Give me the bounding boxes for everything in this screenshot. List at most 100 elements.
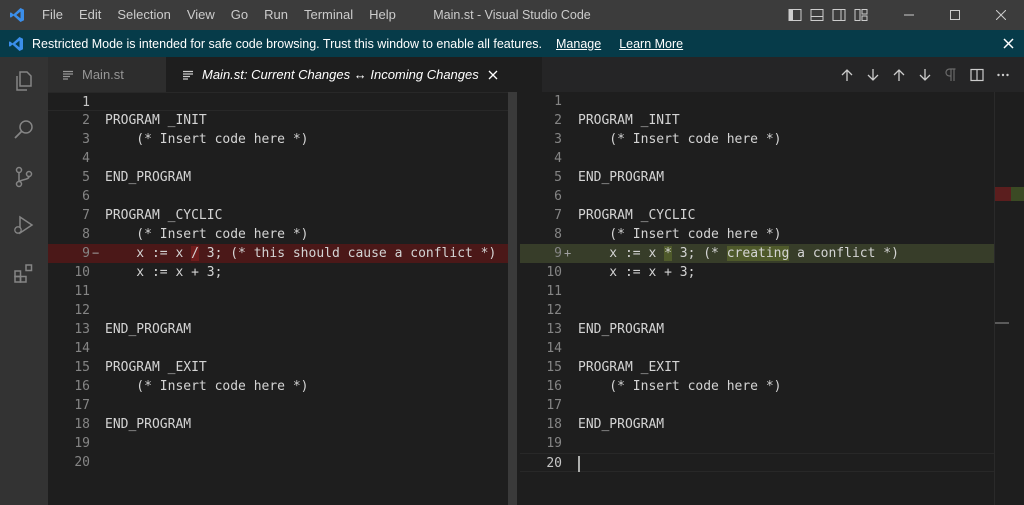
manage-link[interactable]: Manage <box>556 37 601 51</box>
line-code: END_PROGRAM <box>578 322 665 337</box>
arrow-down-icon[interactable] <box>860 57 886 92</box>
line-number: 1 <box>554 94 562 109</box>
code-line: 3 (* Insert code here *) <box>48 130 508 149</box>
arrow-up-icon[interactable] <box>834 57 860 92</box>
code-line: 20 <box>520 453 994 472</box>
menu-view[interactable]: View <box>179 0 223 30</box>
code-line: 1 <box>520 92 994 111</box>
extensions-icon[interactable] <box>0 249 48 297</box>
learn-more-link[interactable]: Learn More <box>619 37 683 51</box>
text-cursor <box>578 456 580 472</box>
menu-run[interactable]: Run <box>256 0 296 30</box>
code-line: 3 (* Insert code here *) <box>520 130 994 149</box>
line-code: x := x / 3; (* this should cause a confl… <box>105 244 496 263</box>
menu-file[interactable]: File <box>34 0 71 30</box>
line-code: END_PROGRAM <box>105 170 192 185</box>
explorer-icon[interactable] <box>0 57 48 105</box>
line-code: (* Insert code here *) <box>578 379 782 394</box>
line-number: 3 <box>554 132 562 147</box>
line-number: 9 <box>554 246 562 261</box>
code-line: 12 <box>48 301 508 320</box>
code-line: 1 <box>48 92 508 111</box>
arrow-up-icon[interactable] <box>886 57 912 92</box>
line-number: 2 <box>82 113 90 128</box>
line-number: 15 <box>74 360 90 375</box>
code-line: 12 <box>520 301 994 320</box>
line-code: PROGRAM _INIT <box>105 113 207 128</box>
menu-edit[interactable]: Edit <box>71 0 109 30</box>
line-number: 11 <box>546 284 562 299</box>
line-number: 7 <box>554 208 562 223</box>
line-code: x := x + 3; <box>105 265 223 280</box>
tab-label: Main.st <box>82 67 124 82</box>
close-banner-icon[interactable] <box>1003 30 1014 57</box>
code-line: 2 PROGRAM _INIT <box>48 111 508 130</box>
line-number: 18 <box>546 417 562 432</box>
code-line: 8 (* Insert code here *) <box>48 225 508 244</box>
line-code: (* Insert code here *) <box>578 132 782 147</box>
code-line: 8 (* Insert code here *) <box>520 225 994 244</box>
line-number: 9 <box>82 246 90 261</box>
line-code: END_PROGRAM <box>578 417 665 432</box>
line-code: PROGRAM _INIT <box>578 113 680 128</box>
line-number: 17 <box>74 398 90 413</box>
minimize-icon[interactable] <box>886 0 932 30</box>
close-tab-icon[interactable] <box>487 69 499 81</box>
menu-selection[interactable]: Selection <box>109 0 178 30</box>
activity-bar <box>0 57 48 505</box>
line-code: PROGRAM _EXIT <box>105 360 207 375</box>
file-lines-icon <box>62 69 76 81</box>
more-actions-icon[interactable] <box>990 57 1016 92</box>
menu-go[interactable]: Go <box>223 0 256 30</box>
code-line: 6 <box>48 187 508 206</box>
line-number: 20 <box>74 455 90 470</box>
search-icon[interactable] <box>0 105 48 153</box>
line-number: 5 <box>82 170 90 185</box>
line-number: 7 <box>82 208 90 223</box>
line-code: PROGRAM _CYCLIC <box>578 208 696 223</box>
toggle-panel-icon[interactable] <box>806 0 828 30</box>
line-code: (* Insert code here *) <box>105 379 309 394</box>
toggle-primary-sidebar-icon[interactable] <box>784 0 806 30</box>
line-number: 15 <box>546 360 562 375</box>
vscode-logo-icon[interactable] <box>0 0 34 30</box>
code-line: 19 <box>48 434 508 453</box>
code-line: 18 END_PROGRAM <box>48 415 508 434</box>
overview-ruler[interactable] <box>994 92 1024 505</box>
current-changes-editor[interactable]: 1 2 PROGRAM _INIT 3 (* Insert code here *) 4… <box>48 92 508 505</box>
line-number: 19 <box>74 436 90 451</box>
line-number: 20 <box>546 456 562 471</box>
title-bar: File Edit Selection View Go Run Terminal… <box>0 0 1024 30</box>
maximize-icon[interactable] <box>932 0 978 30</box>
menu-terminal[interactable]: Terminal <box>296 0 361 30</box>
code-line: 10 x := x + 3; <box>48 263 508 282</box>
line-number: 10 <box>74 265 90 280</box>
line-number: 19 <box>546 436 562 451</box>
code-text: a conflict *) <box>789 246 899 261</box>
arrow-down-icon[interactable] <box>912 57 938 92</box>
customize-layout-icon[interactable] <box>850 0 872 30</box>
tab-merge-diff[interactable]: Main.st: Current Changes ↔ Incoming Chan… <box>166 57 542 92</box>
menu-help[interactable]: Help <box>361 0 404 30</box>
line-number: 17 <box>546 398 562 413</box>
line-code: END_PROGRAM <box>105 417 192 432</box>
code-line: 5 END_PROGRAM <box>48 168 508 187</box>
line-number: 12 <box>74 303 90 318</box>
line-number: 4 <box>82 151 90 166</box>
diff-sash[interactable] <box>508 92 520 505</box>
code-line: 5 END_PROGRAM <box>520 168 994 187</box>
tab-main-st[interactable]: Main.st <box>48 57 166 92</box>
toggle-secondary-sidebar-icon[interactable] <box>828 0 850 30</box>
incoming-changes-editor[interactable]: 1 2 PROGRAM _INIT 3 (* Insert code here *) 4… <box>520 92 994 505</box>
code-line: 17 <box>48 396 508 415</box>
run-and-debug-icon[interactable] <box>0 201 48 249</box>
pilcrow-icon[interactable] <box>938 57 964 92</box>
code-line: 14 <box>520 339 994 358</box>
source-control-icon[interactable] <box>0 153 48 201</box>
insertion-marker <box>1011 187 1024 201</box>
code-line: 4 <box>520 149 994 168</box>
split-editor-icon[interactable] <box>964 57 990 92</box>
line-code: (* Insert code here *) <box>105 132 309 147</box>
code-text: x := x <box>578 246 665 261</box>
close-window-icon[interactable] <box>978 0 1024 30</box>
